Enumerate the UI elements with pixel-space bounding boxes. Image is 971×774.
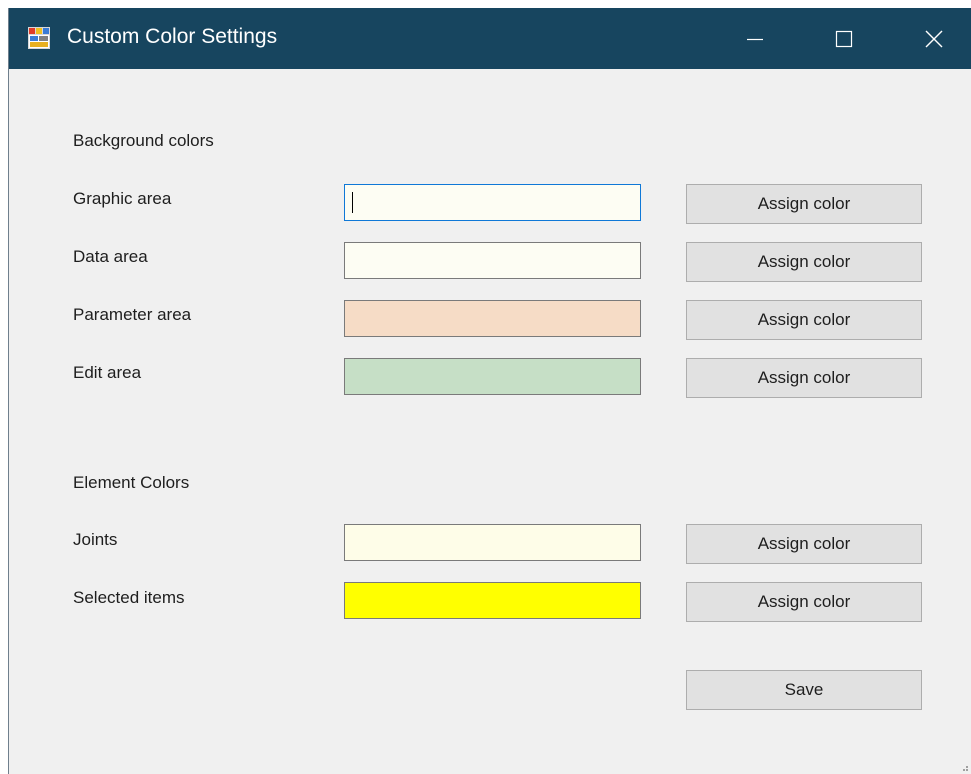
assign-color-button-graphic-area[interactable]: Assign color	[686, 184, 922, 224]
selected-items-color-field[interactable]	[344, 582, 641, 619]
data-area-color-field[interactable]	[344, 242, 641, 279]
title-bar[interactable]: Custom Color Settings	[9, 8, 971, 69]
assign-color-button-parameter-area[interactable]: Assign color	[686, 300, 922, 340]
selected-items-label: Selected items	[73, 588, 185, 607]
joints-label: Joints	[73, 530, 118, 549]
assign-color-button-data-area[interactable]: Assign color	[686, 242, 922, 282]
close-icon	[925, 30, 943, 47]
custom-color-settings-window: Custom Color Settings Background colors …	[8, 8, 971, 774]
data-area-label: Data area	[73, 247, 148, 266]
resize-grip-icon[interactable]	[959, 762, 969, 772]
minimize-button[interactable]	[725, 8, 785, 69]
joints-color-field[interactable]	[344, 524, 641, 561]
maximize-button[interactable]	[814, 8, 874, 69]
text-caret	[352, 192, 353, 213]
app-icon	[28, 27, 50, 49]
assign-color-button-joints[interactable]: Assign color	[686, 524, 922, 564]
parameter-area-color-field[interactable]	[344, 300, 641, 337]
assign-color-button-selected-items[interactable]: Assign color	[686, 582, 922, 622]
graphic-area-color-field[interactable]	[344, 184, 641, 221]
assign-color-button-edit-area[interactable]: Assign color	[686, 358, 922, 398]
minimize-icon	[747, 38, 763, 40]
background-colors-heading: Background colors	[73, 131, 214, 150]
edit-area-color-field[interactable]	[344, 358, 641, 395]
save-button[interactable]: Save	[686, 670, 922, 710]
element-colors-heading: Element Colors	[73, 473, 190, 492]
edit-area-label: Edit area	[73, 363, 142, 382]
maximize-icon	[835, 30, 853, 47]
graphic-area-label: Graphic area	[73, 189, 172, 208]
parameter-area-label: Parameter area	[73, 305, 192, 324]
close-button[interactable]	[904, 8, 964, 69]
window-title: Custom Color Settings	[67, 25, 278, 48]
